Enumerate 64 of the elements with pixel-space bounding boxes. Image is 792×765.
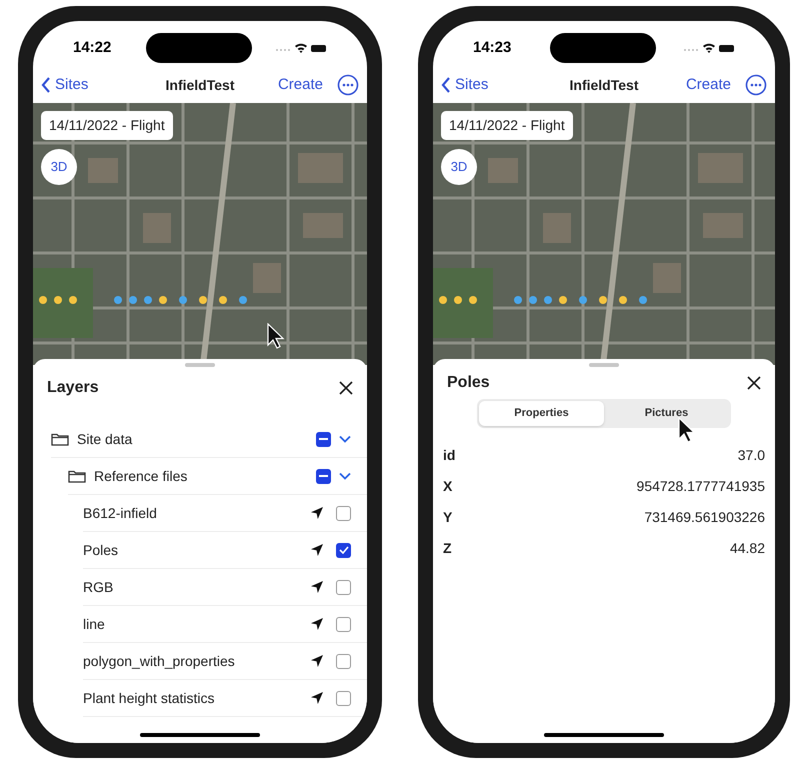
checkbox[interactable] bbox=[336, 654, 351, 668]
property-key: id bbox=[443, 445, 456, 466]
view-3d-button[interactable]: 3D bbox=[441, 149, 477, 185]
create-button[interactable]: Create bbox=[686, 74, 731, 96]
location-arrow-icon[interactable] bbox=[310, 617, 324, 631]
checkbox[interactable] bbox=[336, 616, 351, 632]
chevron-icon[interactable] bbox=[339, 435, 351, 443]
checkbox[interactable] bbox=[316, 432, 331, 446]
layer-label[interactable]: B612-infield bbox=[83, 502, 310, 524]
property-key: Y bbox=[443, 507, 452, 528]
dash-icon bbox=[319, 475, 328, 477]
sheet-title: Layers bbox=[47, 378, 99, 398]
status-time: 14:22 bbox=[73, 38, 112, 58]
layer-label[interactable]: Poles bbox=[83, 540, 310, 560]
status-time: 14:23 bbox=[473, 38, 512, 58]
close-icon[interactable] bbox=[339, 381, 353, 395]
date-label: 14/11/2022 - Flight bbox=[41, 111, 173, 140]
close-icon[interactable] bbox=[747, 376, 761, 390]
more-icon[interactable] bbox=[745, 74, 767, 96]
checkbox[interactable] bbox=[336, 506, 351, 520]
status-icons-drawing bbox=[683, 42, 735, 54]
location-arrow-icon[interactable] bbox=[310, 580, 324, 594]
nav-title: InfieldTest bbox=[164, 76, 236, 94]
checkbox[interactable] bbox=[336, 580, 351, 594]
property-value: 44.82 bbox=[730, 539, 765, 558]
chevron-icon[interactable] bbox=[339, 472, 351, 480]
checkmark-icon bbox=[338, 546, 348, 554]
property-key: Z bbox=[443, 538, 452, 559]
mouse-cursor-icon bbox=[267, 323, 285, 349]
view-3d-button[interactable]: 3D bbox=[41, 149, 77, 185]
status-icons-drawing bbox=[275, 42, 327, 54]
location-arrow-icon[interactable] bbox=[310, 543, 324, 557]
layer-label[interactable]: RGB bbox=[83, 576, 310, 598]
back-button[interactable]: Sites bbox=[41, 74, 141, 96]
segment-tab[interactable]: Properties bbox=[479, 401, 604, 426]
checkbox[interactable] bbox=[336, 542, 351, 558]
location-arrow-icon[interactable] bbox=[310, 506, 324, 520]
dash-icon bbox=[319, 438, 328, 440]
property-value: 954728.1777741935 bbox=[636, 477, 765, 496]
layer-group-label[interactable]: Site data bbox=[77, 428, 316, 450]
back-chevron-icon bbox=[41, 77, 51, 93]
create-button[interactable]: Create bbox=[278, 74, 323, 96]
date-label: 14/11/2022 - Flight bbox=[441, 111, 573, 140]
layer-label[interactable]: Plant height statistics bbox=[83, 688, 310, 708]
segment-tab[interactable]: Pictures bbox=[604, 401, 729, 426]
back-chevron-icon bbox=[441, 77, 451, 93]
property-value: 731469.561903226 bbox=[644, 508, 765, 527]
sheet-title: Poles bbox=[447, 373, 490, 393]
folder-icon bbox=[68, 469, 86, 483]
layer-label[interactable]: polygon_with_properties bbox=[83, 650, 310, 672]
folder-icon bbox=[51, 432, 69, 446]
property-key: X bbox=[443, 476, 452, 497]
more-icon[interactable] bbox=[337, 74, 359, 96]
checkbox[interactable] bbox=[336, 690, 351, 706]
location-arrow-icon[interactable] bbox=[310, 654, 324, 668]
location-arrow-icon[interactable] bbox=[310, 691, 324, 705]
checkbox[interactable] bbox=[316, 468, 331, 484]
satellite-map[interactable]: 14/11/2022 - Flight 3D bbox=[433, 103, 775, 365]
layer-group-label[interactable]: Reference files bbox=[94, 466, 316, 486]
nav-title: InfieldTest bbox=[568, 76, 640, 94]
property-value: 37.0 bbox=[738, 446, 765, 465]
satellite-map[interactable]: 14/11/2022 - Flight 3D bbox=[33, 103, 367, 365]
back-button[interactable]: Sites bbox=[441, 74, 541, 96]
layer-label[interactable]: line bbox=[83, 614, 310, 634]
